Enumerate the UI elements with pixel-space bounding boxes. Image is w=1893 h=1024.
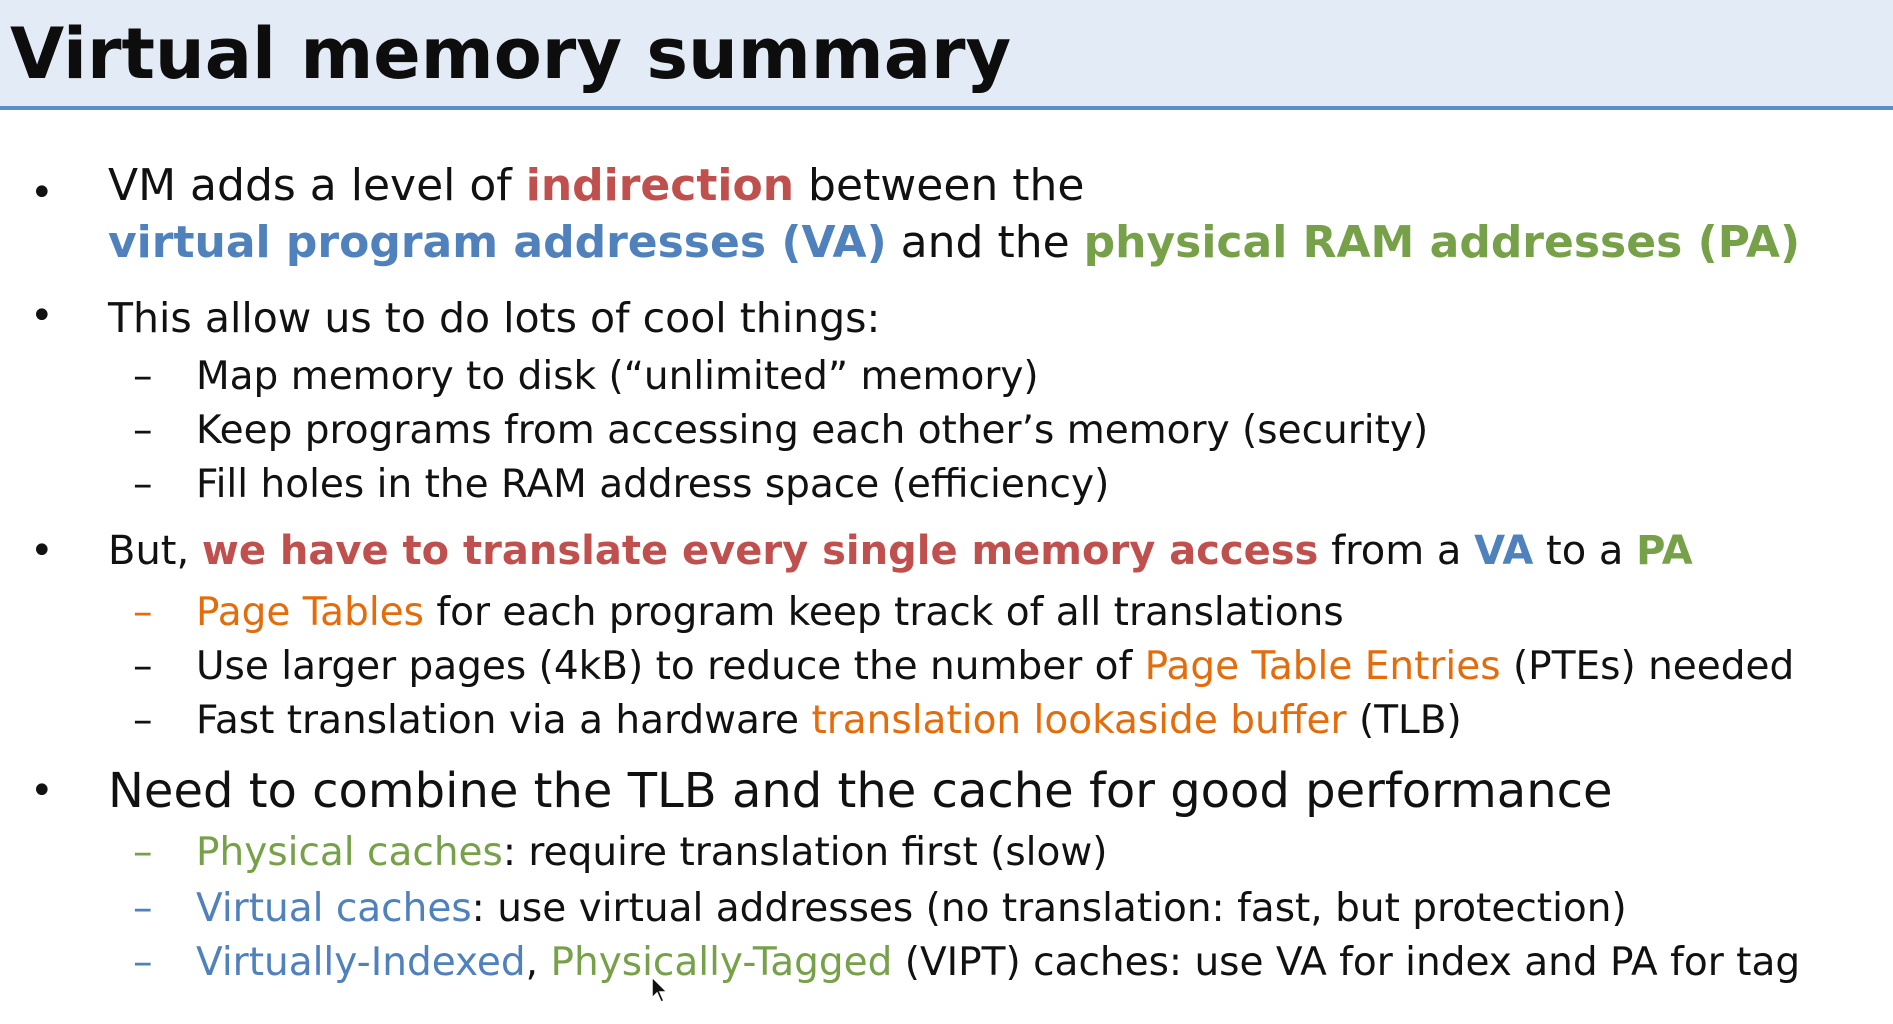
physically-tagged-term: Physically-Tagged: [550, 940, 893, 985]
virtually-indexed-term: Virtually-Indexed: [196, 940, 526, 985]
bullet-4-sub-2: Virtual caches: use virtual addresses (n…: [196, 882, 1627, 936]
bullet-3-sub-3-dash: –: [133, 698, 153, 743]
title-bar: Virtual memory summary: [0, 0, 1893, 110]
bullet-3-sub-2-dash: –: [133, 644, 153, 689]
slide-title: Virtual memory summary: [10, 13, 1012, 95]
bullet-1-emph-pa: physical RAM addresses (PA): [1083, 217, 1801, 268]
physical-caches-term: Physical caches: [196, 830, 503, 875]
bullet-3-sub-2: Use larger pages (4kB) to reduce the num…: [196, 640, 1794, 694]
bullet-4-marker: •: [30, 768, 54, 814]
bullet-1-emph-va: virtual program addresses (VA): [108, 217, 887, 268]
bullet-3-emph-pa: PA: [1636, 528, 1693, 574]
bullet-3-sub-3-pre: Fast translation via a hardware: [196, 698, 812, 743]
bullet-3-marker: •: [30, 528, 54, 574]
bullet-3-sub-3-rest: (TLB): [1346, 698, 1462, 743]
bullet-3-sub-1-rest: for each program keep track of all trans…: [423, 590, 1344, 635]
bullet-4-sub-1-rest: : require translation first (slow): [502, 830, 1108, 875]
bullet-1-emph-indirection: indirection: [525, 160, 795, 211]
bullet-4-sub-1: Physical caches: require translation fir…: [196, 826, 1108, 880]
bullet-4-sub-3-dash: –: [133, 940, 153, 985]
bullet-3-sub-3: Fast translation via a hardware translat…: [196, 694, 1462, 748]
bullet-1-line-1: VM adds a level of indirection between t…: [108, 157, 1084, 215]
bullet-4-text: Need to combine the TLB and the cache fo…: [108, 763, 1613, 819]
bullet-2-sub-3-dash: –: [133, 462, 153, 507]
bullet-2-marker: •: [30, 293, 54, 339]
bullet-3-emph-va: VA: [1474, 528, 1534, 574]
bullet-1-line-2: virtual program addresses (VA) and the p…: [108, 214, 1800, 272]
bullet-3-sub-1: Page Tables for each program keep track …: [196, 586, 1344, 640]
bullet-1-text-b: between the: [794, 160, 1085, 211]
bullet-4-sub-3: Virtually-Indexed, Physically-Tagged (VI…: [196, 936, 1800, 990]
bullet-2-sub-1: Map memory to disk (“unlimited” memory): [196, 354, 1039, 399]
bullet-4-sub-1-dash: –: [133, 830, 153, 875]
bullet-3-text-c: to a: [1533, 528, 1637, 574]
bullet-4-sub-2-dash: –: [133, 886, 153, 931]
bullet-3-sub-2-pre: Use larger pages (4kB) to reduce the num…: [196, 644, 1145, 689]
bullet-4-sub-2-rest: : use virtual addresses (no translation:…: [471, 886, 1627, 931]
mouse-pointer-icon: [651, 976, 669, 1003]
bullet-1-marker: •: [30, 170, 54, 216]
bullet-1-text-a: VM adds a level of: [108, 160, 526, 211]
bullet-2-sub-2: Keep programs from accessing each other’…: [196, 408, 1429, 453]
bullet-3-text: But, we have to translate every single m…: [108, 524, 1693, 578]
bullet-3-text-b: from a: [1318, 528, 1475, 574]
page-tables-term: Page Tables: [196, 590, 424, 635]
bullet-3-sub-1-dash: –: [133, 590, 153, 635]
pte-term: Page Table Entries: [1144, 644, 1501, 689]
virtual-caches-term: Virtual caches: [196, 886, 472, 931]
tlb-term: translation lookaside buffer: [811, 698, 1347, 743]
bullet-1-text-c: and the: [886, 217, 1084, 268]
bullet-3-emph-translate: we have to translate every single memory…: [201, 528, 1319, 574]
bullet-2-sub-3: Fill holes in the RAM address space (eff…: [196, 462, 1110, 507]
bullet-4-sub-3-sep: ,: [525, 940, 551, 985]
bullet-3-text-a: But,: [108, 528, 202, 574]
bullet-2-sub-2-dash: –: [133, 408, 153, 453]
bullet-2-sub-1-dash: –: [133, 354, 153, 399]
bullet-3-sub-2-rest: (PTEs) needed: [1500, 644, 1795, 689]
bullet-4-sub-3-rest: (VIPT) caches: use VA for index and PA f…: [892, 940, 1801, 985]
bullet-2-text: This allow us to do lots of cool things:: [108, 294, 881, 342]
